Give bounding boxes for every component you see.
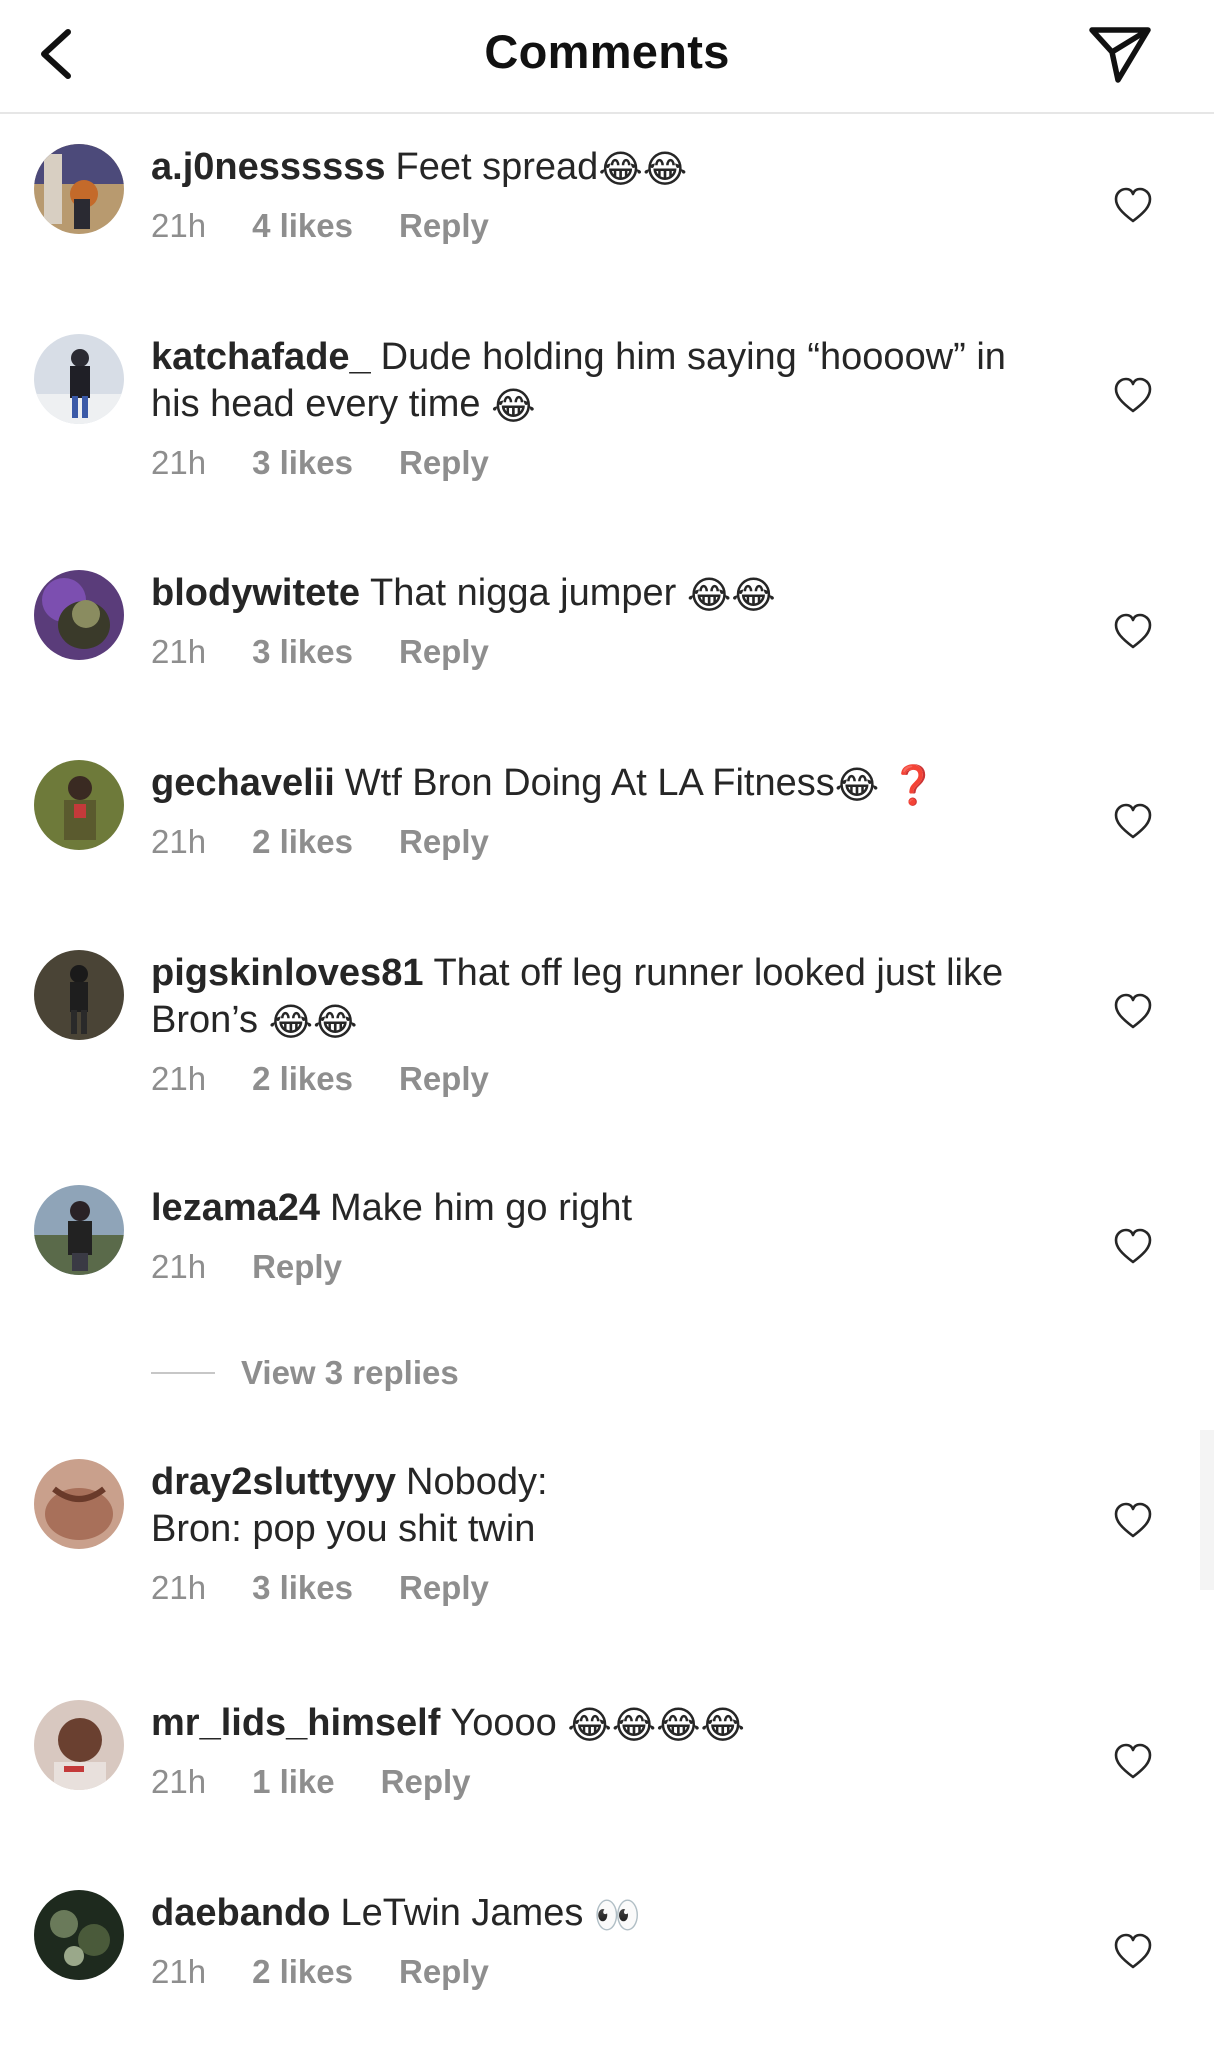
comment-body: That nigga jumper <box>370 572 677 614</box>
comment-text: a.j0nessssss Feet spread😂😂 <box>151 144 1051 191</box>
view-replies-label: View 3 replies <box>241 1354 459 1391</box>
reply-button[interactable]: Reply <box>399 823 489 861</box>
comment-meta: 21h 3 likes Reply <box>151 444 1051 482</box>
reply-button[interactable]: Reply <box>399 633 489 671</box>
heart-icon[interactable] <box>1113 612 1153 652</box>
comment-username[interactable]: lezama24 <box>151 1187 320 1229</box>
comment-meta: 21h 2 likes Reply <box>151 1953 1051 1991</box>
laughing-emoji-icon: 😂 <box>491 386 536 428</box>
comment-time: 21h <box>151 444 207 481</box>
comment-likes[interactable]: 3 likes <box>252 1569 353 1607</box>
heart-icon[interactable] <box>1113 802 1153 842</box>
heart-icon[interactable] <box>1113 1932 1153 1972</box>
comment-body: LeTwin James <box>340 1892 584 1934</box>
view-replies-button[interactable]: View 3 replies <box>151 1354 459 1392</box>
comment-meta: 21h 3 likes Reply <box>151 1569 1051 1607</box>
laughing-emoji-icon: 😂😂 <box>268 1002 358 1044</box>
comment-text: gechavelii Wtf Bron Doing At LA Fitness😂 … <box>151 760 1051 807</box>
comment-body-line2: Bron: pop you shit twin <box>151 1508 536 1550</box>
comment-likes[interactable]: 2 likes <box>252 1060 353 1098</box>
avatar[interactable] <box>34 144 124 234</box>
comment-text: daebando LeTwin James 👀 <box>151 1890 1051 1937</box>
comment-likes[interactable]: 2 likes <box>252 823 353 861</box>
comment-username[interactable]: pigskinloves81 <box>151 952 423 994</box>
comment-meta: 21h 1 like Reply <box>151 1763 1051 1801</box>
comment-body: Nobody: <box>406 1461 548 1503</box>
avatar[interactable] <box>34 1890 124 1980</box>
reply-button[interactable]: Reply <box>252 1248 342 1286</box>
laughing-emoji-icon: 😂😂 <box>598 149 688 191</box>
divider <box>151 1372 215 1374</box>
comment-meta: 21h 2 likes Reply <box>151 1060 1051 1098</box>
eyes-emoji-icon: 👀 <box>593 1895 642 1937</box>
comment-text: pigskinloves81 That off leg runner looked… <box>151 950 1051 1044</box>
avatar[interactable] <box>34 334 124 424</box>
comment-text: katchafade_ Dude holding him saying “hooo… <box>151 334 1051 428</box>
reply-button[interactable]: Reply <box>399 1953 489 1991</box>
comment-meta: 21h 2 likes Reply <box>151 823 1051 861</box>
comment-time: 21h <box>151 823 207 860</box>
reply-button[interactable]: Reply <box>399 1060 489 1098</box>
comment-username[interactable]: katchafade_ <box>151 336 371 378</box>
comment-body: Wtf Bron Doing At LA Fitness <box>344 762 835 804</box>
heart-icon[interactable] <box>1113 1742 1153 1782</box>
heart-icon[interactable] <box>1113 376 1153 416</box>
heart-icon[interactable] <box>1113 992 1153 1032</box>
comment-time: 21h <box>151 1569 207 1606</box>
paper-plane-icon <box>1089 27 1151 83</box>
avatar[interactable] <box>34 570 124 660</box>
comment-username[interactable]: gechavelii <box>151 762 335 804</box>
comment-username[interactable]: dray2sluttyyy <box>151 1461 396 1503</box>
comment-time: 21h <box>151 1060 207 1097</box>
comment-username[interactable]: daebando <box>151 1892 330 1934</box>
reply-button[interactable]: Reply <box>399 1569 489 1607</box>
avatar[interactable] <box>34 1700 124 1790</box>
avatar[interactable] <box>34 950 124 1040</box>
comments-header: Comments <box>0 0 1214 114</box>
scrollbar[interactable] <box>1200 1430 1214 1590</box>
comment-body: Yoooo <box>450 1702 557 1744</box>
reply-button[interactable]: Reply <box>399 207 489 245</box>
heart-icon[interactable] <box>1113 186 1153 226</box>
comment-text: blodywitete That nigga jumper 😂😂 <box>151 570 1051 617</box>
laughing-emoji-icon: 😂 ❓ <box>834 765 938 807</box>
comment-likes[interactable]: 4 likes <box>252 207 353 245</box>
avatar[interactable] <box>34 1459 124 1549</box>
laughing-emoji-icon: 😂😂 <box>686 575 776 617</box>
comment-likes[interactable]: 2 likes <box>252 1953 353 1991</box>
comment-meta: 21h 4 likes Reply <box>151 207 1051 245</box>
reply-button[interactable]: Reply <box>381 1763 471 1801</box>
comment-username[interactable]: mr_lids_himself <box>151 1702 440 1744</box>
comment-body: Feet spread <box>395 146 599 188</box>
reply-button[interactable]: Reply <box>399 444 489 482</box>
comment-likes[interactable]: 3 likes <box>252 444 353 482</box>
comment-likes[interactable]: 3 likes <box>252 633 353 671</box>
avatar[interactable] <box>34 1185 124 1275</box>
comment-time: 21h <box>151 1953 207 1990</box>
heart-icon[interactable] <box>1113 1227 1153 1267</box>
share-button[interactable] <box>1084 20 1156 88</box>
comment-username[interactable]: blodywitete <box>151 572 360 614</box>
comment-meta: 21h 3 likes Reply <box>151 633 1051 671</box>
comment-meta: 21h Reply <box>151 1248 1051 1286</box>
comment-time: 21h <box>151 633 207 670</box>
page-title: Comments <box>484 25 730 78</box>
avatar[interactable] <box>34 760 124 850</box>
comment-time: 21h <box>151 207 207 244</box>
comment-username[interactable]: a.j0nessssss <box>151 146 386 188</box>
comment-time: 21h <box>151 1248 207 1285</box>
comment-text: mr_lids_himself Yoooo 😂😂😂😂 <box>151 1700 1051 1747</box>
comment-body: Make him go right <box>330 1187 633 1229</box>
heart-icon[interactable] <box>1113 1501 1153 1541</box>
comment-time: 21h <box>151 1763 207 1800</box>
comment-text: dray2sluttyyy Nobody: Bron: pop you shit … <box>151 1459 1051 1553</box>
laughing-emoji-icon: 😂😂😂😂 <box>567 1705 745 1747</box>
comment-likes[interactable]: 1 like <box>252 1763 335 1801</box>
comment-text: lezama24 Make him go right <box>151 1185 1051 1232</box>
